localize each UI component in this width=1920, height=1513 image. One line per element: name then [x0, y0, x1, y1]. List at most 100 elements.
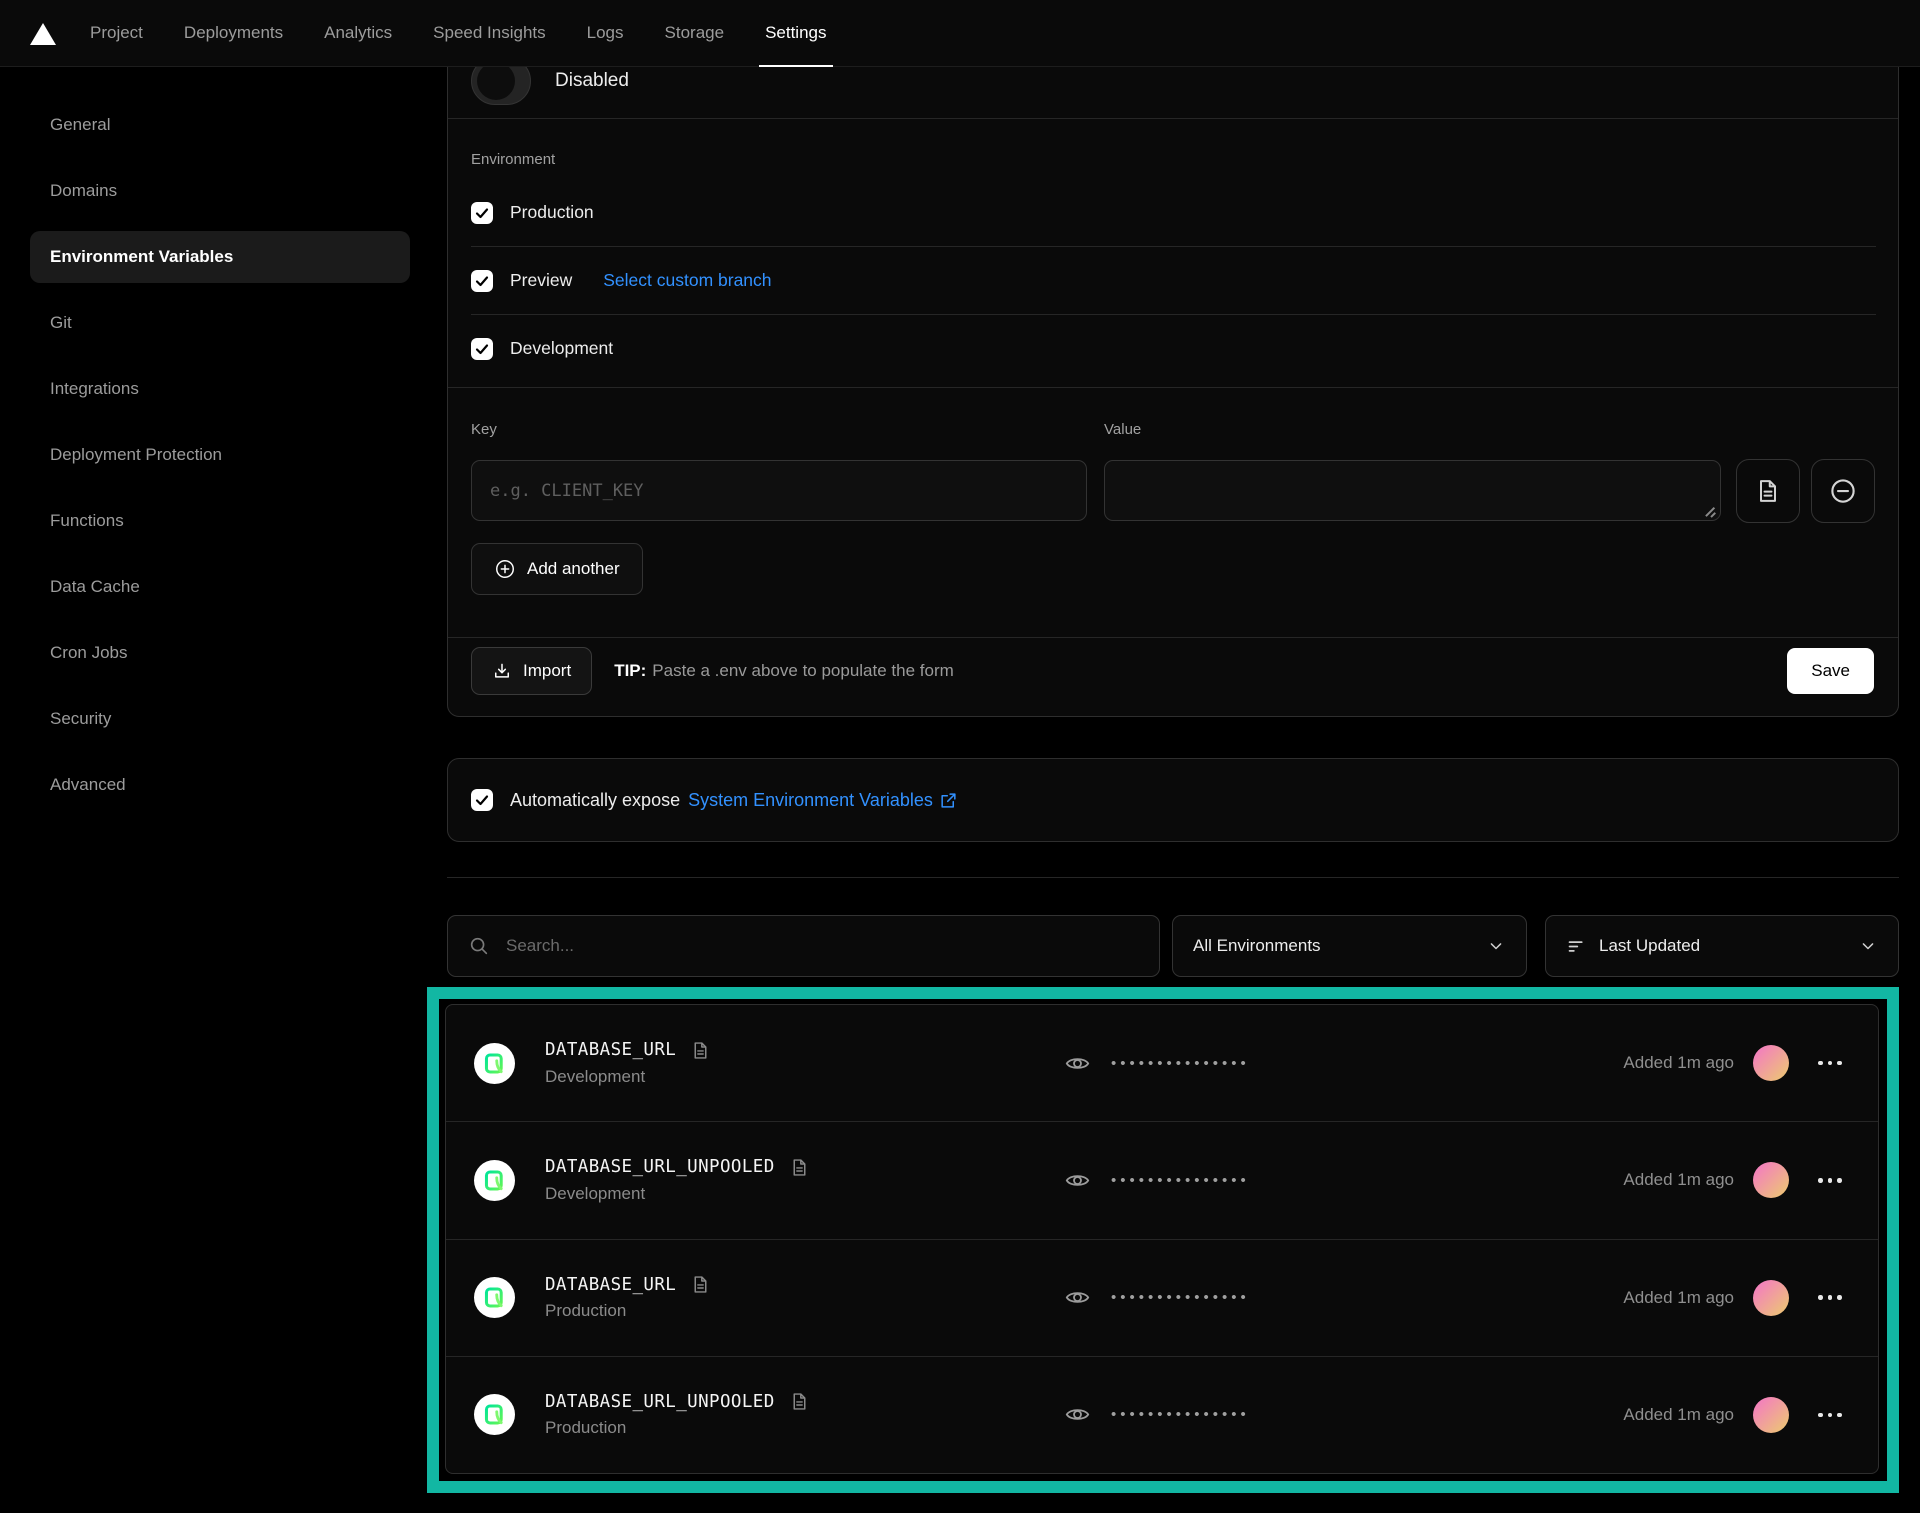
sidebar-item[interactable]: Deployment Protection — [30, 429, 410, 481]
added-timestamp: Added 1m ago — [1623, 1170, 1734, 1190]
masked-value-dots: ••••••••••••••• — [1111, 1056, 1250, 1071]
external-link-icon — [939, 791, 958, 810]
search-icon — [468, 935, 490, 957]
env-var-row[interactable]: DATABASE_URL Development ••••••••••••••• — [446, 1005, 1878, 1122]
sidebar-item[interactable]: Domains — [30, 165, 410, 217]
sidebar-item-label: Deployment Protection — [50, 445, 222, 465]
row-menu-button[interactable] — [1810, 1397, 1850, 1433]
row-menu-button[interactable] — [1810, 1045, 1850, 1081]
eye-icon[interactable] — [1064, 1167, 1091, 1194]
eye-icon[interactable] — [1064, 1401, 1091, 1428]
minus-circle-icon — [1828, 476, 1858, 506]
system-env-vars-link[interactable]: System Environment Variables — [688, 790, 958, 811]
row-right-group: Added 1m ago — [1623, 1045, 1850, 1081]
eye-icon[interactable] — [1064, 1284, 1091, 1311]
note-icon[interactable] — [690, 1274, 711, 1295]
nav-tab-label: Project — [90, 23, 143, 43]
env-var-environment: Development — [545, 1184, 1064, 1204]
import-button[interactable]: Import — [471, 647, 592, 695]
toggle-label: Disabled — [555, 70, 629, 92]
vercel-triangle — [30, 23, 56, 45]
eye-icon[interactable] — [1064, 1050, 1091, 1077]
added-timestamp: Added 1m ago — [1623, 1053, 1734, 1073]
env-var-name-block: DATABASE_URL_UNPOOLED Production — [545, 1391, 1064, 1438]
paste-file-button[interactable] — [1736, 459, 1800, 523]
neon-integration-icon — [474, 1394, 515, 1435]
neon-logo — [482, 1285, 507, 1310]
select-custom-branch-link[interactable]: Select custom branch — [603, 270, 771, 291]
form-footer: Import TIP:Paste a .env above to populat… — [471, 648, 1874, 694]
chevron-down-icon — [1858, 936, 1878, 956]
checkbox-checked[interactable] — [471, 270, 493, 292]
environment-checkbox-list: Production Preview Select custom branch … — [471, 179, 1876, 382]
environment-label: Production — [510, 202, 594, 223]
row-right-group: Added 1m ago — [1623, 1397, 1850, 1433]
sort-value: Last Updated — [1599, 936, 1700, 956]
nav-tab[interactable]: Logs — [587, 0, 624, 66]
content-divider — [447, 877, 1899, 878]
sort-lines-icon — [1566, 936, 1587, 957]
save-button[interactable]: Save — [1787, 648, 1874, 694]
sort-dropdown[interactable]: Last Updated — [1545, 915, 1899, 977]
note-icon[interactable] — [690, 1040, 711, 1061]
sidebar-item[interactable]: Functions — [30, 495, 410, 547]
user-avatar — [1753, 1397, 1789, 1433]
environment-label: Preview — [510, 270, 572, 291]
sidebar-item[interactable]: Integrations — [30, 363, 410, 415]
search-input[interactable] — [504, 935, 1139, 957]
sidebar-item[interactable]: Cron Jobs — [30, 627, 410, 679]
sidebar-item-label: Advanced — [50, 775, 126, 795]
check-icon — [475, 274, 489, 288]
nav-tab[interactable]: Speed Insights — [433, 0, 545, 66]
divider — [448, 118, 1898, 119]
environment-checkbox-row: Development — [471, 315, 1876, 382]
footer-divider — [448, 637, 1898, 638]
masked-value-dots: ••••••••••••••• — [1111, 1290, 1250, 1305]
sidebar-item-label: Integrations — [50, 379, 139, 399]
add-another-button[interactable]: Add another — [471, 543, 643, 595]
nav-tab-label: Speed Insights — [433, 23, 545, 43]
sidebar-item-label: Environment Variables — [50, 247, 233, 267]
nav-tab-label: Settings — [765, 23, 826, 43]
row-menu-button[interactable] — [1810, 1162, 1850, 1198]
remove-row-button[interactable] — [1811, 459, 1875, 523]
sidebar-item-label: Git — [50, 313, 72, 333]
note-icon[interactable] — [789, 1157, 810, 1178]
env-var-environment: Production — [545, 1301, 1064, 1321]
sidebar-item[interactable]: Advanced — [30, 759, 410, 811]
nav-tab[interactable]: Project — [90, 0, 143, 66]
env-var-row[interactable]: DATABASE_URL Production ••••••••••••••• — [446, 1240, 1878, 1357]
neon-integration-icon — [474, 1043, 515, 1084]
environment-section-label: Environment — [471, 151, 555, 168]
nav-tab[interactable]: Analytics — [324, 0, 392, 66]
env-var-form-card: Disabled Environment Production Preview … — [447, 0, 1899, 717]
sidebar-item-label: Cron Jobs — [50, 643, 127, 663]
vercel-logo-icon[interactable] — [30, 21, 56, 45]
sidebar-item[interactable]: Environment Variables — [30, 231, 410, 283]
nav-tab[interactable]: Deployments — [184, 0, 283, 66]
import-label: Import — [523, 661, 571, 681]
checkbox-checked[interactable] — [471, 202, 493, 224]
expose-checkbox-checked[interactable] — [471, 789, 493, 811]
env-var-row[interactable]: DATABASE_URL_UNPOOLED Development ••••••… — [446, 1122, 1878, 1239]
sidebar-item[interactable]: General — [30, 99, 410, 151]
row-menu-button[interactable] — [1810, 1280, 1850, 1316]
env-var-row[interactable]: DATABASE_URL_UNPOOLED Production •••••••… — [446, 1357, 1878, 1473]
row-right-group: Added 1m ago — [1623, 1280, 1850, 1316]
nav-tab[interactable]: Settings — [765, 0, 826, 66]
row-right-group: Added 1m ago — [1623, 1162, 1850, 1198]
nav-tab[interactable]: Storage — [665, 0, 725, 66]
environment-filter-dropdown[interactable]: All Environments — [1172, 915, 1527, 977]
key-input[interactable] — [471, 460, 1087, 521]
sidebar-item[interactable]: Git — [30, 297, 410, 349]
sidebar-item[interactable]: Security — [30, 693, 410, 745]
sidebar-item[interactable]: Data Cache — [30, 561, 410, 613]
checkbox-checked[interactable] — [471, 338, 493, 360]
env-var-value: ••••••••••••••• — [1064, 1167, 1250, 1194]
env-var-value: ••••••••••••••• — [1064, 1284, 1250, 1311]
nav-tab-label: Storage — [665, 23, 725, 43]
env-var-value: ••••••••••••••• — [1064, 1401, 1250, 1428]
note-icon[interactable] — [789, 1391, 810, 1412]
env-var-value: ••••••••••••••• — [1064, 1050, 1250, 1077]
value-input[interactable] — [1104, 460, 1721, 521]
